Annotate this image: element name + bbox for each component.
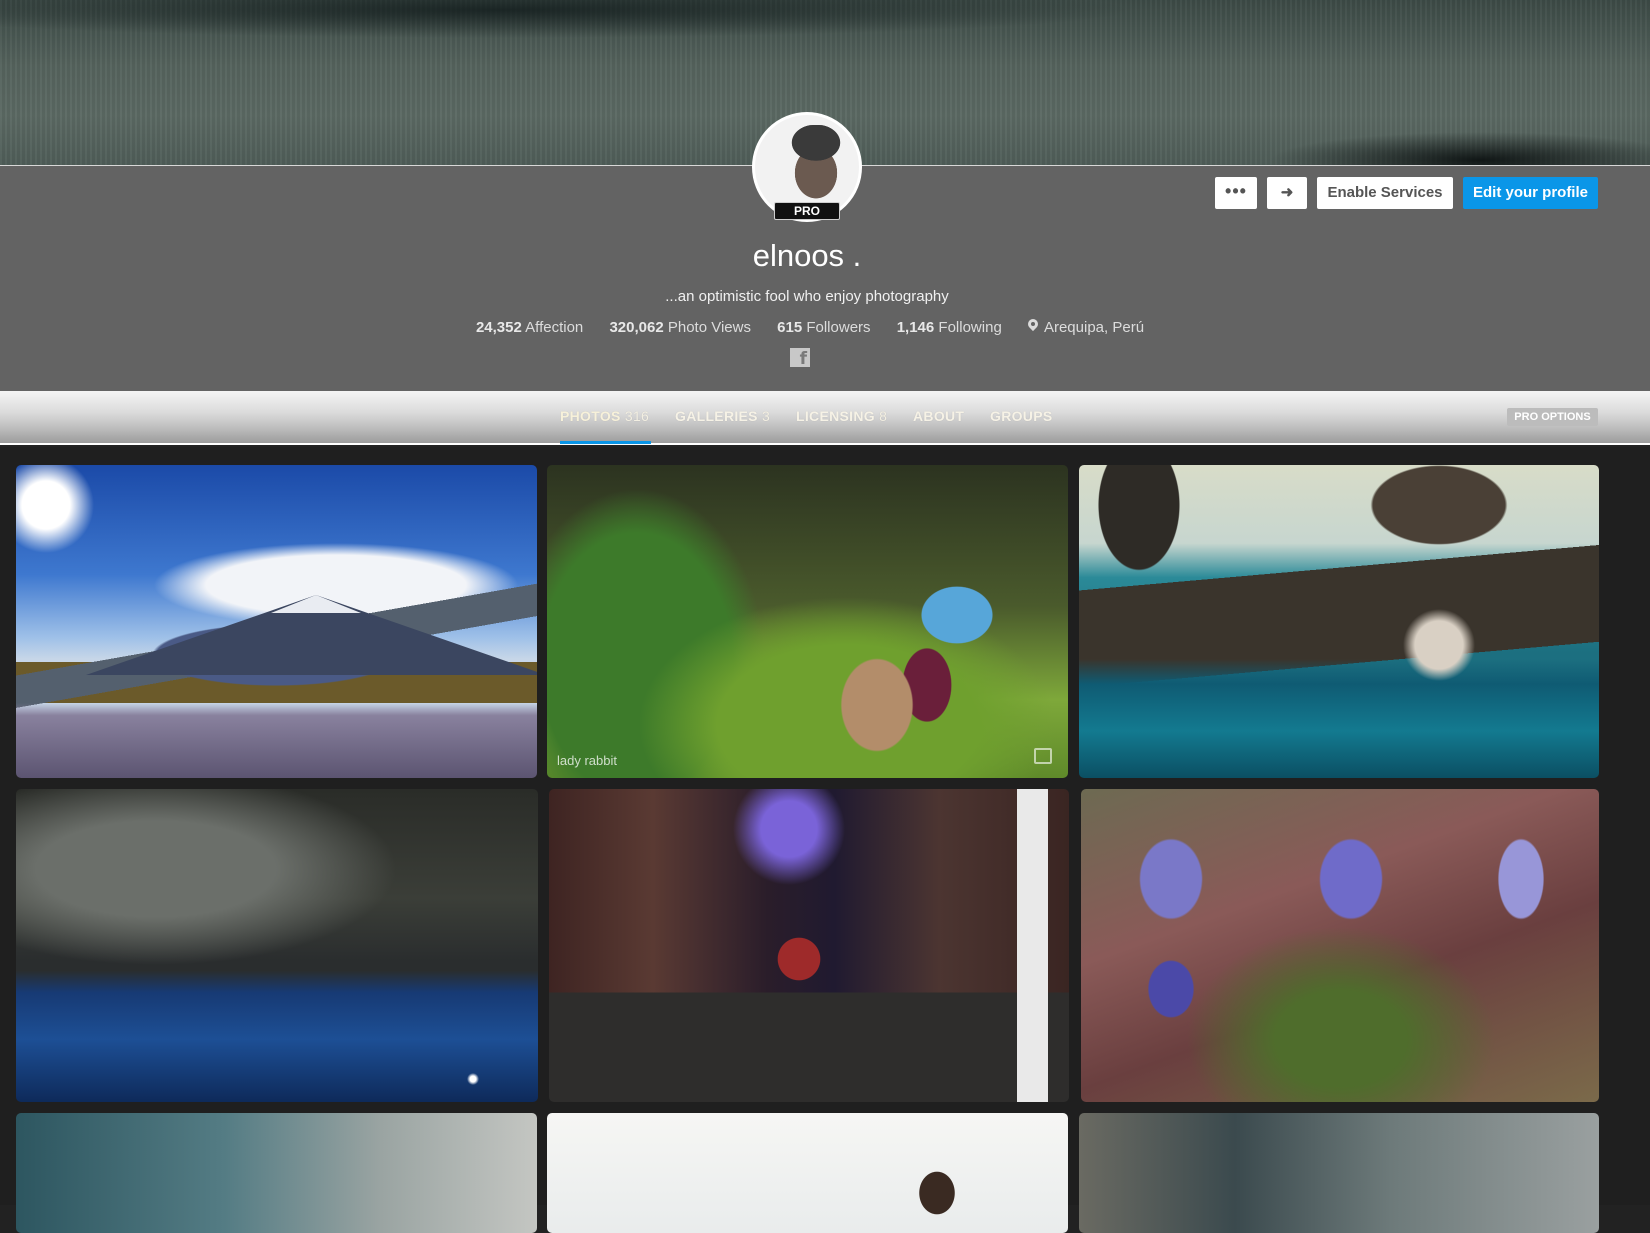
photo-caption: lady rabbit [557, 753, 617, 768]
stat-value: 615 [777, 319, 803, 336]
tab-label: GROUPS [990, 408, 1053, 424]
stat-affection[interactable]: 24,352 Affection [476, 319, 583, 336]
tab-photos[interactable]: PHOTOS 316 [560, 408, 649, 424]
photo-card[interactable] [16, 789, 538, 1102]
tab-label: GALLERIES [675, 408, 758, 424]
pro-options-button[interactable]: PRO OPTIONS [1507, 408, 1598, 426]
tab-label: PHOTOS [560, 408, 621, 424]
tab-label: LICENSING [796, 408, 875, 424]
profile-stats: 24,352 Affection 320,062 Photo Views 615… [440, 319, 1180, 336]
profile-actions: ••• ➜ Enable Services Edit your profile [0, 177, 1650, 209]
tab-about[interactable]: ABOUT [913, 408, 964, 424]
stat-label: Followers [806, 319, 871, 336]
photo-card[interactable] [549, 789, 1069, 1102]
tab-label: ABOUT [913, 408, 965, 424]
active-tab-indicator [560, 441, 651, 444]
stat-value: 24,352 [475, 319, 522, 336]
tab-licensing[interactable]: LICENSING 8 [796, 408, 887, 424]
location-text: Arequipa, Perú [1043, 319, 1145, 336]
more-icon[interactable]: ••• [1215, 177, 1257, 209]
photo-card[interactable]: lady rabbit [547, 465, 1068, 778]
location: Arequipa, Perú [1028, 319, 1144, 336]
stat-label: Following [938, 319, 1002, 336]
edit-profile-button[interactable]: Edit your profile [1463, 177, 1598, 209]
stat-followers[interactable]: 615 Followers [777, 319, 870, 336]
photo-card[interactable] [1079, 1113, 1599, 1233]
photo-card[interactable] [1081, 789, 1599, 1102]
tab-groups[interactable]: GROUPS [990, 408, 1052, 424]
stat-value: 1,146 [896, 319, 935, 336]
share-arrow-icon[interactable]: ➜ [1267, 177, 1307, 209]
photo-card[interactable] [547, 1113, 1068, 1233]
photo-card[interactable] [1079, 465, 1599, 778]
photo-grid: lady rabbit [0, 447, 1650, 1233]
stat-value: 320,062 [609, 319, 664, 336]
stat-label: Photo Views [667, 319, 751, 336]
tab-galleries[interactable]: GALLERIES 3 [675, 408, 770, 424]
profile-tabs: PHOTOS 316 GALLERIES 3 LICENSING 8 ABOUT… [0, 391, 1650, 445]
bio: ...an optimistic fool who enjoy photogra… [665, 288, 949, 305]
photo-card[interactable] [16, 465, 537, 778]
enable-services-button[interactable]: Enable Services [1317, 177, 1453, 209]
tab-count: 8 [879, 408, 888, 424]
location-pin-icon [1028, 319, 1038, 333]
photo-card[interactable] [16, 1113, 537, 1233]
stat-photo-views: 320,062 Photo Views [609, 319, 751, 336]
username: elnoos . [752, 238, 862, 273]
snow-cap-shape [271, 595, 361, 613]
stat-label: Affection [525, 319, 584, 336]
stat-following[interactable]: 1,146 Following [897, 319, 1002, 336]
facebook-icon[interactable]: f [790, 348, 810, 369]
tab-count: 3 [762, 408, 771, 424]
tab-count: 316 [624, 408, 650, 424]
add-to-gallery-icon[interactable] [1034, 748, 1052, 764]
